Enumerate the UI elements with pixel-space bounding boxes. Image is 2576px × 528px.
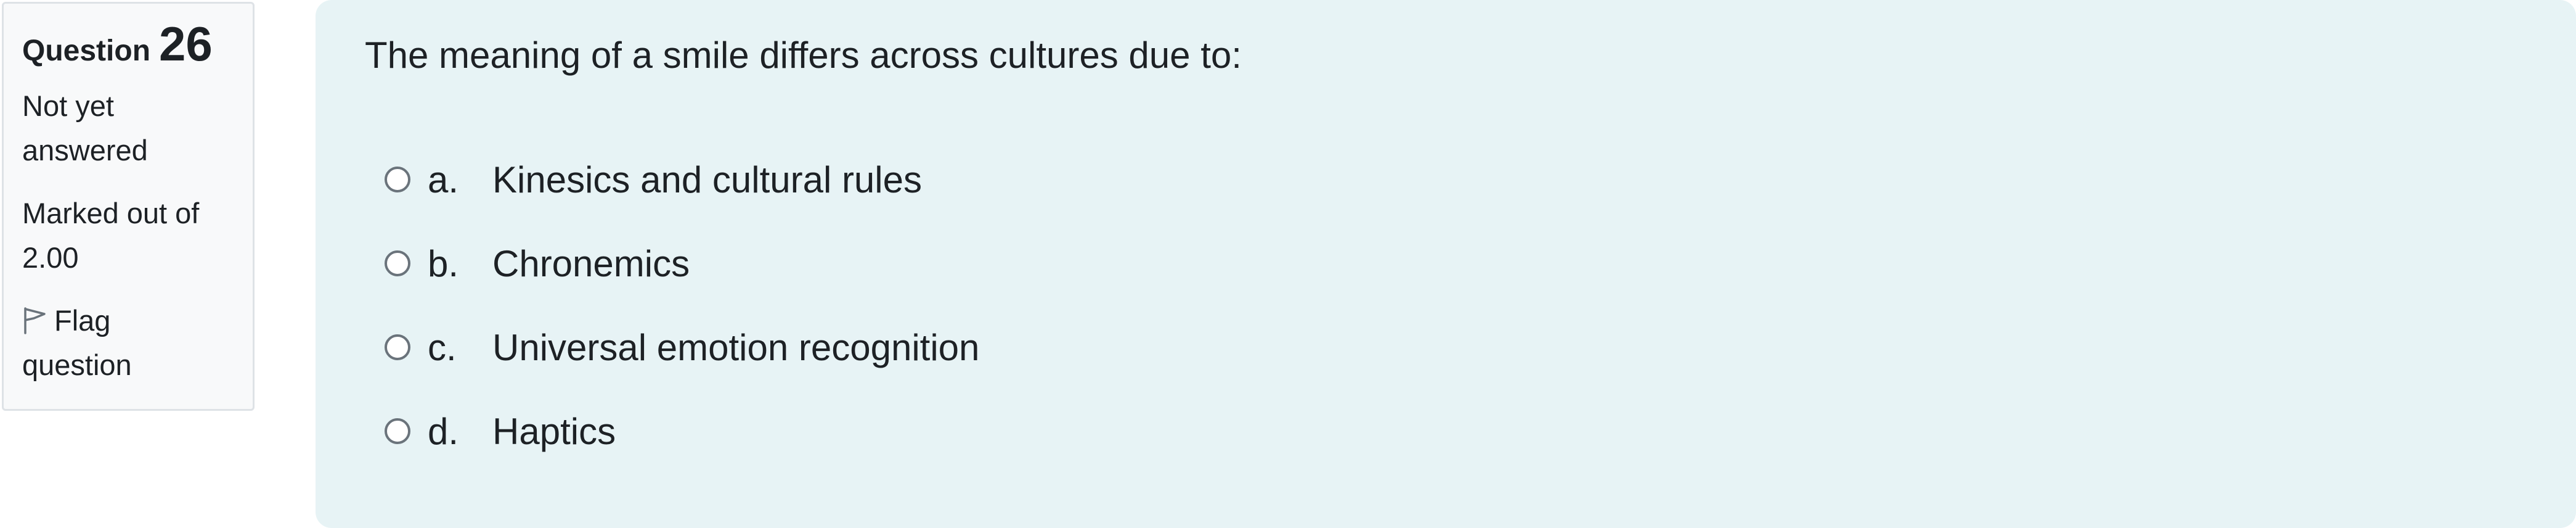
answer-letter-a: a. [428, 159, 459, 200]
answer-letter-b: b. [428, 242, 459, 284]
question-info-panel: Question 26 Not yet answered Marked out … [2, 2, 255, 411]
question-state: Not yet answered [22, 84, 234, 173]
answer-letter-d: d. [428, 410, 459, 452]
answer-option-c[interactable]: c. Universal emotion recognition [385, 325, 979, 369]
question-number: 26 [159, 17, 213, 71]
flag-question-link[interactable]: Flag question [22, 299, 234, 387]
answer-text-a: Kinesics and cultural rules [492, 159, 923, 200]
answer-option-d[interactable]: d. Haptics [385, 409, 616, 453]
question-state-line1: Not yet [22, 89, 114, 122]
question-state-line2: answered [22, 134, 148, 167]
question-number-heading: Question 26 [22, 20, 234, 68]
answer-letter-c: c. [428, 326, 457, 368]
radio-button-c[interactable] [385, 334, 410, 360]
question-text: The meaning of a smile differs across cu… [365, 35, 1242, 76]
question-grade: Marked out of 2.00 [22, 191, 234, 280]
answer-option-b[interactable]: b. Chronemics [385, 241, 690, 286]
flag-outline-icon [22, 302, 47, 334]
answer-text-b: Chronemics [492, 242, 690, 284]
flag-question-line1: Flag [54, 304, 111, 337]
question-content: The meaning of a smile differs across cu… [316, 0, 2576, 528]
radio-button-b[interactable] [385, 250, 410, 276]
question-grade-line2: 2.00 [22, 241, 79, 274]
radio-button-a[interactable] [385, 167, 410, 192]
answer-text-c: Universal emotion recognition [492, 326, 980, 368]
question-label: Question [22, 35, 151, 67]
answer-text-d: Haptics [492, 410, 616, 452]
question-grade-line1: Marked out of [22, 197, 200, 229]
radio-button-d[interactable] [385, 418, 410, 444]
flag-question-line2: question [22, 349, 132, 381]
answer-option-a[interactable]: a. Kinesics and cultural rules [385, 157, 922, 202]
